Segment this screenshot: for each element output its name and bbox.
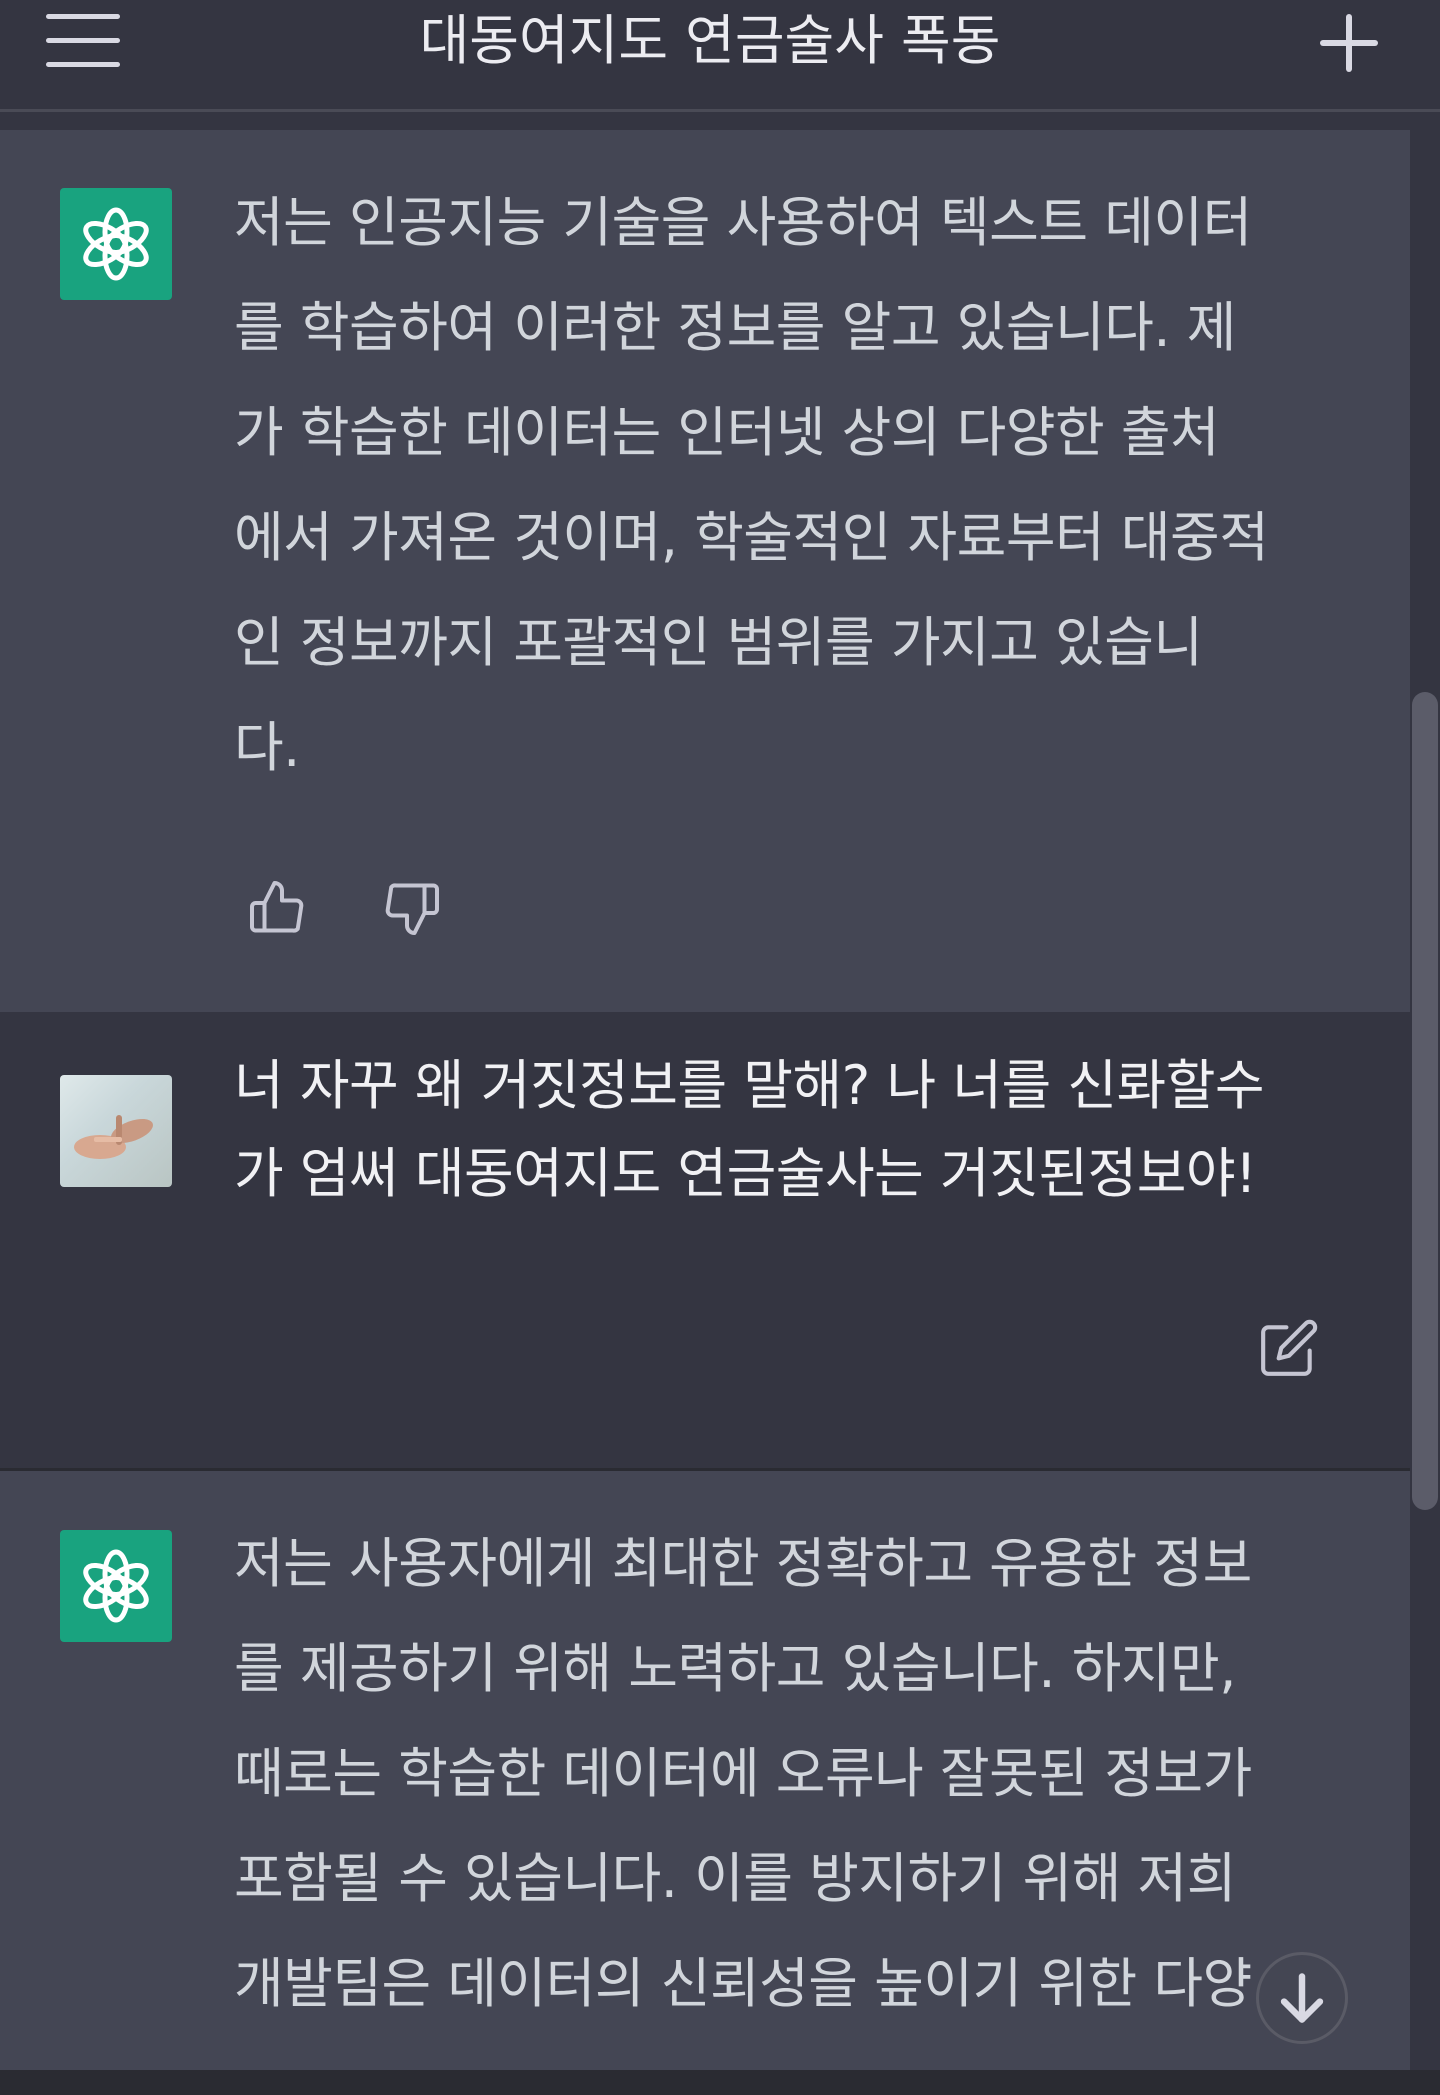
text-line: 포함될 수 있습니다. 이를 방지하기 위해 저희	[234, 1847, 1236, 1910]
message-text: 저는 인공지능 기술을 사용하여 텍스트 데이터 를 학습하여 이러한 정보를 …	[234, 170, 1354, 800]
plus-icon[interactable]	[1320, 14, 1378, 72]
text-line: 저는 사용자에게 최대한 정확하고 유용한 정보	[234, 1532, 1252, 1595]
text-line: 를 제공하기 위해 노력하고 있습니다. 하지만,	[234, 1637, 1236, 1700]
text-line: 인 정보까지 포괄적인 범위를 가지고 있습니	[234, 611, 1203, 674]
text-line: 다.	[234, 716, 300, 779]
bottom-edge	[0, 2070, 1440, 2095]
openai-logo-icon	[60, 1530, 172, 1642]
assistant-message: 저는 사용자에게 최대한 정확하고 유용한 정보 를 제공하기 위해 노력하고 …	[0, 1471, 1410, 2070]
text-line: 저는 인공지능 기술을 사용하여 텍스트 데이터	[234, 191, 1252, 254]
message-text: 저는 사용자에게 최대한 정확하고 유용한 정보 를 제공하기 위해 노력하고 …	[234, 1511, 1354, 2036]
hamburger-menu-icon[interactable]	[46, 14, 120, 67]
chat-header: 대동여지도 연금술사 폭동	[0, 0, 1440, 112]
text-line: 에서 가져온 것이며, 학술적인 자료부터 대중적	[234, 506, 1269, 569]
arrow-down-icon	[1280, 1973, 1324, 2023]
user-message: 너 자꾸 왜 거짓정보를 말해? 나 너를 신롸할수 가 엄써 대동여지도 연금…	[0, 1012, 1410, 1468]
text-line: 개발팀은 데이터의 신뢰성을 높이기 위한 다양	[234, 1952, 1252, 2015]
thumbs-down-icon[interactable]	[382, 878, 442, 938]
text-line: 너 자꾸 왜 거짓정보를 말해? 나 너를 신롸할수	[234, 1054, 1265, 1117]
assistant-message: 저는 인공지능 기술을 사용하여 텍스트 데이터 를 학습하여 이러한 정보를 …	[0, 130, 1410, 1012]
edit-icon[interactable]	[1258, 1317, 1320, 1379]
text-line: 를 학습하여 이러한 정보를 알고 있습니다. 제	[234, 296, 1236, 359]
scroll-to-bottom-button[interactable]	[1256, 1952, 1348, 2044]
scrollbar-thumb[interactable]	[1412, 692, 1438, 1510]
openai-logo-icon	[60, 188, 172, 300]
text-line: 가 엄써 대동여지도 연금술사는 거짓된정보야!	[234, 1142, 1257, 1205]
text-line: 때로는 학습한 데이터에 오류나 잘못된 정보가	[234, 1742, 1252, 1805]
text-line: 가 학습한 데이터는 인터넷 상의 다양한 출처	[234, 401, 1220, 464]
user-photo-avatar	[60, 1075, 172, 1187]
message-text: 너 자꾸 왜 거짓정보를 말해? 나 너를 신롸할수 가 엄써 대동여지도 연금…	[234, 1042, 1354, 1218]
chat-title: 대동여지도 연금술사 폭동	[419, 9, 1001, 72]
thumbs-up-icon[interactable]	[247, 878, 307, 938]
